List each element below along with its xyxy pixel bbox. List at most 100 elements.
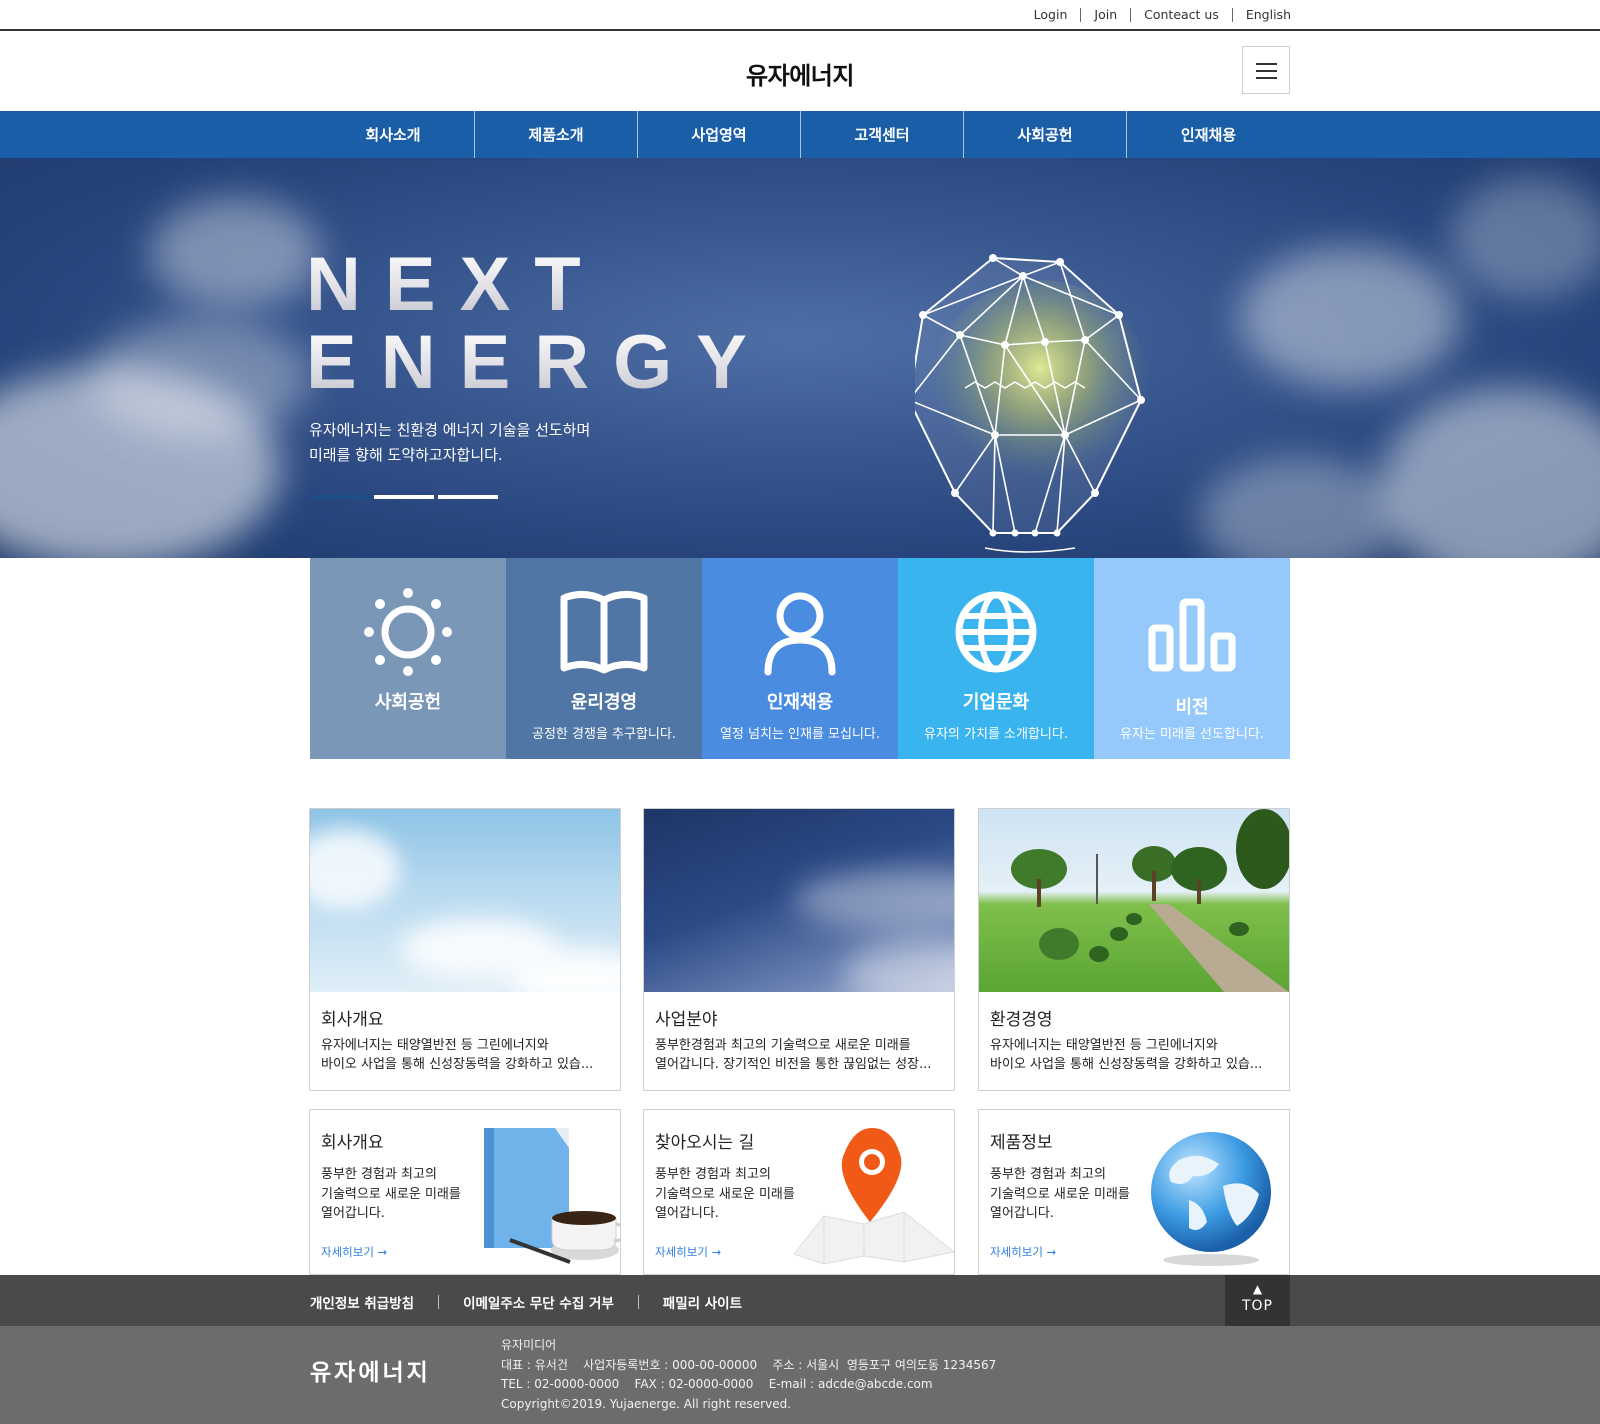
- tile-desc: 유자의 가치를 소개합니다.: [924, 727, 1068, 742]
- family-site-link[interactable]: 패밀리 사이트: [663, 1292, 742, 1312]
- tile-desc: 공정한 경쟁을 추구합니다.: [532, 727, 676, 742]
- divider: [438, 1295, 440, 1309]
- divider: [1080, 7, 1082, 22]
- tile-vision[interactable]: 비전 유자는 미래를 선도합니다.: [1094, 558, 1290, 759]
- sky-image: [644, 809, 954, 992]
- earth-globe-icon: [1151, 1132, 1271, 1266]
- box-text-line: 기술력으로 새로운 미래를: [655, 1186, 795, 1202]
- tile-careers[interactable]: 인재채용 열정 넘치는 인재를 모십니다.: [702, 558, 898, 759]
- english-link[interactable]: English: [1246, 7, 1291, 22]
- box-text: 풍부한 경험과 최고의 기술력으로 새로운 미래를 열어갑니다.: [990, 1165, 1140, 1224]
- main-nav: 회사소개 제품소개 사업영역 고객센터 사회공헌 인재채용: [0, 111, 1600, 158]
- hero-subtitle: 유자에너지는 친환경 에너지 기술을 선도하며 미래를 향해 도약하고자합니다.: [309, 418, 590, 468]
- notebook-coffee-icon: [484, 1128, 620, 1264]
- nav-item-company[interactable]: 회사소개: [312, 111, 475, 158]
- card-title: 환경경영: [990, 1010, 1053, 1030]
- card-text-line: 바이오 사업을 통해 신성장동력을 강화하고 있습...: [321, 1057, 594, 1072]
- box-text-line: 열어갑니다.: [990, 1206, 1054, 1221]
- box-text-line: 기술력으로 새로운 미래를: [990, 1186, 1130, 1202]
- tile-title: 기업문화: [962, 692, 1030, 713]
- menu-button[interactable]: [1242, 46, 1290, 94]
- hero-title: NEXT ENERGY: [306, 246, 771, 402]
- utility-links: Login Join Conteact us English: [1034, 7, 1291, 22]
- card-text-line: 열어갑니다. 장기적인 비전을 통한 끊임없는 성장...: [655, 1057, 932, 1072]
- site-header: 유자에너지: [0, 31, 1600, 111]
- bar-chart-icon: [1148, 598, 1236, 672]
- tile-ethics[interactable]: 윤리경영 공정한 경쟁을 추구합니다.: [506, 558, 702, 759]
- box-text-line: 풍부한 경험과 최고의: [990, 1167, 1106, 1182]
- divider: [1231, 7, 1233, 22]
- sun-icon: [364, 588, 452, 676]
- hero-banner: NEXT ENERGY 유자에너지는 친환경 에너지 기술을 선도하며 미래를 …: [0, 158, 1600, 558]
- join-link[interactable]: Join: [1094, 7, 1117, 22]
- company-info: 유자미디어 대표 : 유서건 사업자등록번호 : 000-00-00000 주소…: [501, 1336, 996, 1414]
- nav-item-products[interactable]: 제품소개: [475, 111, 638, 158]
- contact-link[interactable]: Conteact us: [1144, 7, 1219, 22]
- hero-title-line1: NEXT: [306, 246, 771, 324]
- slide-indicator-3[interactable]: [438, 495, 498, 499]
- back-to-top-button[interactable]: ▲ TOP: [1225, 1275, 1290, 1326]
- park-path-illustration: [1011, 809, 1289, 992]
- utility-bar: Login Join Conteact us English: [0, 0, 1600, 31]
- feature-tiles: 사회공헌 윤리경영 공정한 경쟁을 추구합니다. 인재채용 열정 넘치는 인재를…: [310, 558, 1290, 759]
- footer-bar: 개인정보 취급방침 이메일주소 무단 수집 거부 패밀리 사이트 ▲ TOP: [0, 1275, 1600, 1326]
- login-link[interactable]: Login: [1034, 7, 1068, 22]
- slide-indicator-1[interactable]: [310, 495, 370, 499]
- card-environment[interactable]: 환경경영 유자에너지는 태양열반전 등 그린에너지와 바이오 사업을 통해 신성…: [978, 808, 1290, 1091]
- nav-item-support[interactable]: 고객센터: [801, 111, 964, 158]
- card-text: 유자에너지는 태양열반전 등 그린에너지와 바이오 사업을 통해 신성장동력을 …: [321, 1036, 611, 1074]
- nav-item-csr[interactable]: 사회공헌: [964, 111, 1127, 158]
- card-business[interactable]: 사업분야 풍부한경험과 최고의 기술력으로 새로운 미래를 열어갑니다. 장기적…: [643, 808, 955, 1091]
- privacy-policy-link[interactable]: 개인정보 취급방침: [310, 1292, 414, 1312]
- box-text-line: 열어갑니다.: [321, 1206, 385, 1221]
- tile-title: 윤리경영: [570, 692, 638, 713]
- footer-logo: 유자에너지: [310, 1360, 431, 1386]
- arrow-up-icon: ▲: [1252, 1282, 1263, 1296]
- nav-item-business[interactable]: 사업영역: [638, 111, 801, 158]
- box-title: 회사개요: [321, 1133, 384, 1153]
- card-text-line: 풍부한경험과 최고의 기술력으로 새로운 미래를: [655, 1038, 911, 1053]
- email-refusal-link[interactable]: 이메일주소 무단 수집 거부: [463, 1292, 614, 1312]
- map-pin-icon: [793, 1128, 954, 1265]
- sky-image: [310, 809, 620, 992]
- card-text: 유자에너지는 태양열반전 등 그린에너지와 바이오 사업을 통해 신성장동력을 …: [990, 1036, 1280, 1074]
- book-icon: [560, 591, 648, 674]
- card-text-line: 바이오 사업을 통해 신성장동력을 강화하고 있습...: [990, 1057, 1263, 1072]
- box-directions[interactable]: 찾아오시는 길 풍부한 경험과 최고의 기술력으로 새로운 미래를 열어갑니다.…: [643, 1109, 955, 1275]
- tile-social[interactable]: 사회공헌: [310, 558, 506, 759]
- more-link[interactable]: 자세히보기 →: [321, 1244, 387, 1260]
- box-text-line: 기술력으로 새로운 미래를: [321, 1186, 461, 1202]
- lightbulb-icon: [915, 254, 1150, 553]
- box-title: 제품정보: [990, 1133, 1053, 1153]
- divider: [1130, 7, 1132, 22]
- box-text-line: 풍부한 경험과 최고의: [655, 1167, 771, 1182]
- more-link[interactable]: 자세히보기 →: [990, 1244, 1056, 1260]
- nav-item-careers[interactable]: 인재채용: [1127, 111, 1290, 158]
- company-contact: TEL : 02-0000-0000 FAX : 02-0000-0000 E-…: [501, 1377, 933, 1391]
- box-text-line: 풍부한 경험과 최고의: [321, 1167, 437, 1182]
- box-company-overview[interactable]: 회사개요 풍부한 경험과 최고의 기술력으로 새로운 미래를 열어갑니다. 자세…: [309, 1109, 621, 1275]
- copyright: Copyright©2019. Yujaenerge. All right re…: [501, 1396, 792, 1411]
- park-image: [979, 809, 1289, 992]
- site-footer: 유자에너지 유자미디어 대표 : 유서건 사업자등록번호 : 000-00-00…: [0, 1326, 1600, 1424]
- slide-indicator-2[interactable]: [374, 495, 434, 499]
- user-icon: [764, 592, 836, 676]
- tile-desc: 열정 넘치는 인재를 모십니다.: [719, 727, 881, 742]
- card-company[interactable]: 회사개요 유자에너지는 태양열반전 등 그린에너지와 바이오 사업을 통해 신성…: [309, 808, 621, 1091]
- site-logo[interactable]: 유자에너지: [0, 56, 1600, 91]
- tile-desc: 유자는 미래를 선도합니다.: [1120, 727, 1264, 742]
- tile-culture[interactable]: 기업문화 유자의 가치를 소개합니다.: [898, 558, 1094, 759]
- box-text: 풍부한 경험과 최고의 기술력으로 새로운 미래를 열어갑니다.: [655, 1165, 805, 1224]
- top-label: TOP: [1241, 1298, 1273, 1314]
- card-text-line: 유자에너지는 태양열반전 등 그린에너지와: [990, 1038, 1218, 1053]
- box-product-info[interactable]: 제품정보 풍부한 경험과 최고의 기술력으로 새로운 미래를 열어갑니다. 자세…: [978, 1109, 1290, 1275]
- divider: [637, 1295, 639, 1309]
- card-text-line: 유자에너지는 태양열반전 등 그린에너지와: [321, 1038, 549, 1053]
- globe-icon: [955, 591, 1037, 673]
- slide-indicators: [310, 495, 498, 499]
- footer-links: 개인정보 취급방침 이메일주소 무단 수집 거부 패밀리 사이트: [310, 1292, 742, 1312]
- box-title: 찾아오시는 길: [655, 1133, 755, 1153]
- more-link[interactable]: 자세히보기 →: [655, 1244, 721, 1260]
- hero-subtitle-line2: 미래를 향해 도약하고자합니다.: [309, 446, 503, 464]
- hero-title-line2: ENERGY: [306, 320, 771, 405]
